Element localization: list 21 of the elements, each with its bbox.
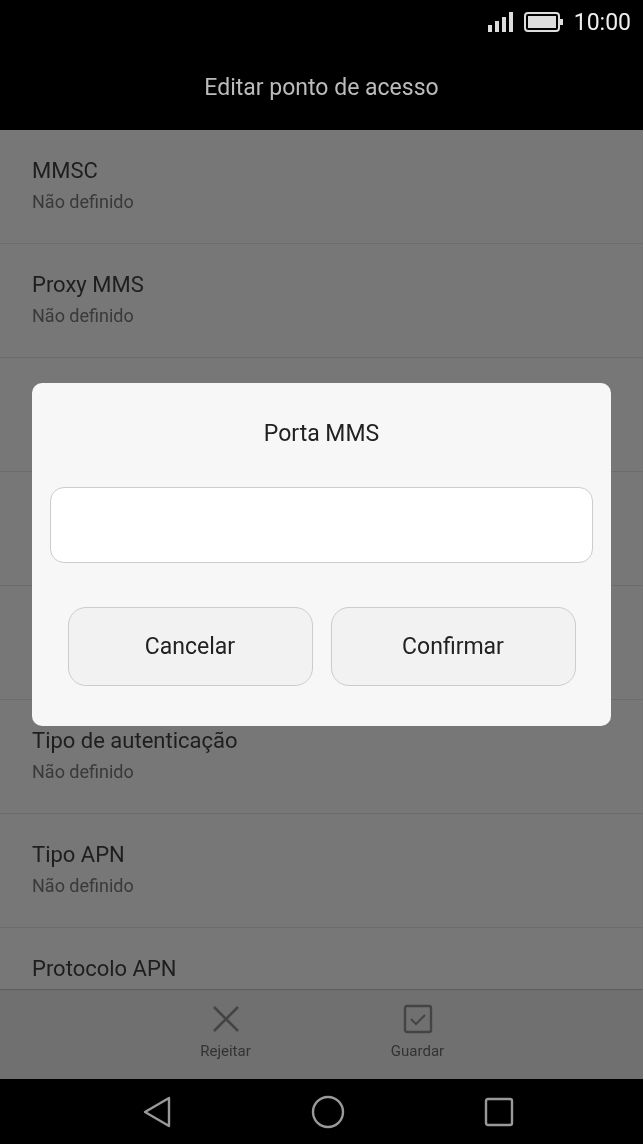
setting-title: Tipo APN <box>32 841 125 867</box>
input-field[interactable] <box>50 487 593 563</box>
setting-value: Não definido <box>32 760 134 782</box>
home-icon[interactable] <box>310 1094 345 1129</box>
cancel-button[interactable]: Cancelar <box>67 607 313 686</box>
battery-icon <box>523 12 564 33</box>
setting-title: MMSC <box>32 157 98 183</box>
setting-value: Não definido <box>32 304 134 326</box>
dialog-title: Porta MMS <box>263 420 380 447</box>
back-icon[interactable] <box>141 1095 172 1128</box>
setting-title: Tipo de autenticação <box>32 727 238 753</box>
recents-icon[interactable] <box>483 1096 514 1127</box>
status-time: 10:00 <box>573 8 631 36</box>
setting-title: Proxy MMS <box>32 271 144 297</box>
setting-value: Não definido <box>32 190 134 212</box>
signal-icon <box>487 12 514 33</box>
checkbox-icon <box>402 1004 433 1035</box>
screen-title: Editar ponto de acesso <box>204 73 439 101</box>
setting-value: Não definido <box>32 874 134 896</box>
setting-title: Protocolo APN <box>32 955 177 981</box>
confirm-button[interactable]: Confirmar <box>330 607 576 686</box>
